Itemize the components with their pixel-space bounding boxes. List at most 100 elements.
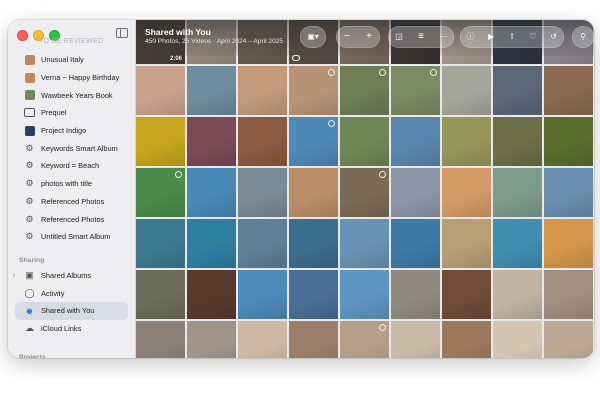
album-thumbnail-icon [24,72,35,83]
photo-thumbnail[interactable] [442,321,491,358]
sidebar-item[interactable]: ⚙ Keyword = Beach [8,157,135,175]
photo-thumbnail[interactable] [391,321,440,358]
photo-thumbnail[interactable] [136,168,185,217]
photo-thumbnail[interactable] [493,117,542,166]
sidebar-item[interactable]: › ▣ Shared Albums [8,267,135,285]
photo-thumbnail[interactable] [493,219,542,268]
photo-thumbnail[interactable] [544,321,593,358]
sidebar-item[interactable]: Prequel [8,104,135,122]
photo-thumbnail[interactable] [187,168,236,217]
photo-thumbnail[interactable] [136,321,185,358]
photo-thumbnail[interactable] [493,270,542,319]
slideshow-icon[interactable]: ◲ [389,26,409,48]
close-window-icon[interactable] [17,30,28,41]
photo-thumbnail[interactable] [493,66,542,115]
photo-thumbnail[interactable] [340,219,389,268]
photo-thumbnail[interactable] [544,66,593,115]
sidebar-item[interactable]: Verna ~ Happy Birthday [8,69,135,87]
photo-thumbnail[interactable] [238,321,287,358]
photo-thumbnail[interactable] [238,168,287,217]
sidebar-list: Unusual Italy Verna ~ Happy Birthday Wawbe… [8,51,135,358]
photo-thumbnail[interactable] [340,66,389,115]
sidebar-item-label: Activity [41,288,65,298]
photo-thumbnail[interactable] [238,219,287,268]
photo-thumbnail[interactable] [136,66,185,115]
photo-thumbnail[interactable] [544,117,593,166]
view-tools: ◲ ≡ ⋯ [388,26,454,48]
sidebar-item[interactable]: Project Indigo [8,122,135,140]
photo-thumbnail[interactable] [391,117,440,166]
sidebar-item-label: Shared Albums [41,270,92,280]
photo-thumbnail[interactable] [187,270,236,319]
photo-thumbnail[interactable] [340,117,389,166]
shared-with-you-icon: ☻ [24,305,35,316]
info-icon[interactable]: ⓘ [460,26,480,48]
photo-thumbnail[interactable] [391,270,440,319]
photo-thumbnail[interactable] [187,321,236,358]
photo-thumbnail[interactable] [340,168,389,217]
photo-thumbnail[interactable] [442,117,491,166]
photo-thumbnail[interactable] [238,270,287,319]
sidebar-item-label: Shared with You [41,306,95,316]
shared-indicator-icon [328,120,335,127]
photo-thumbnail[interactable] [442,66,491,115]
photo-thumbnail[interactable] [238,117,287,166]
sidebar-item[interactable]: Wawbeek Years Book [8,86,135,104]
photo-thumbnail[interactable] [544,219,593,268]
sidebar-item-label: Keywords Smart Album [41,143,118,153]
photo-thumbnail[interactable] [544,168,593,217]
shared-indicator-icon [175,171,182,178]
photo-thumbnail[interactable] [187,117,236,166]
photo-thumbnail[interactable] [289,168,338,217]
photo-thumbnail[interactable] [136,270,185,319]
view-options-button[interactable]: ▣▾ [300,26,326,48]
smart-album-gear-icon: ⚙ [25,178,34,189]
photo-thumbnail[interactable] [442,270,491,319]
rotate-icon[interactable]: ↺ [544,26,564,48]
photo-thumbnail[interactable] [136,117,185,166]
sidebar-item[interactable]: ◯ Activity [8,284,135,302]
photo-thumbnail[interactable] [340,321,389,358]
photo-thumbnail[interactable] [289,66,338,115]
sidebar-item[interactable]: ⚙ photos with title [8,175,135,193]
zoom-out-icon[interactable]: − [337,26,357,48]
photo-thumbnail[interactable] [391,219,440,268]
sidebar-toggle-icon[interactable] [116,28,128,38]
photo-thumbnail[interactable] [340,270,389,319]
photo-thumbnail[interactable] [238,66,287,115]
filter-icon[interactable]: ≡ [411,26,431,48]
photo-thumbnail[interactable] [187,219,236,268]
share-icon[interactable]: ⇧ [502,26,522,48]
sidebar-item[interactable]: ⚙ Referenced Photos [8,210,135,228]
photo-thumbnail[interactable] [442,168,491,217]
play-icon[interactable]: ▶ [481,26,501,48]
zoom-in-icon[interactable]: + [359,26,379,48]
sidebar-item[interactable]: ⚙ Keywords Smart Album [8,139,135,157]
sidebar-item-label: Keyword = Beach [41,161,100,171]
sidebar-item[interactable]: ☻ Shared with You [15,301,128,320]
photo-thumbnail[interactable] [136,219,185,268]
photo-thumbnail[interactable] [442,219,491,268]
more-icon[interactable]: ⋯ [433,26,453,48]
sidebar-item[interactable]: ☁ iCloud Links [8,320,135,338]
photo-thumbnail[interactable] [289,219,338,268]
photo-thumbnail[interactable] [493,321,542,358]
favorite-icon[interactable]: ♡ [523,26,543,48]
search-button[interactable]: ⚲ [572,26,594,48]
photo-thumbnail[interactable] [544,270,593,319]
sidebar-item[interactable]: Unusual Italy [8,51,135,69]
toolbar: Shared with You 450 Photos, 25 Videos · … [136,20,594,56]
disclosure-chevron-icon[interactable]: › [13,272,15,279]
photo-thumbnail[interactable] [187,66,236,115]
shared-indicator-icon [379,69,386,76]
sidebar-item[interactable]: ⚙ Referenced Photos [8,193,135,211]
photo-thumbnail[interactable] [289,321,338,358]
sidebar-item-label: photos with title [41,179,92,189]
sidebar-item-label: Untitled Smart Album [41,232,111,242]
photo-thumbnail[interactable] [391,66,440,115]
photo-thumbnail[interactable] [391,168,440,217]
photo-thumbnail[interactable] [289,117,338,166]
sidebar-item[interactable]: ⚙ Untitled Smart Album [8,228,135,246]
photo-thumbnail[interactable] [289,270,338,319]
photo-thumbnail[interactable] [493,168,542,217]
